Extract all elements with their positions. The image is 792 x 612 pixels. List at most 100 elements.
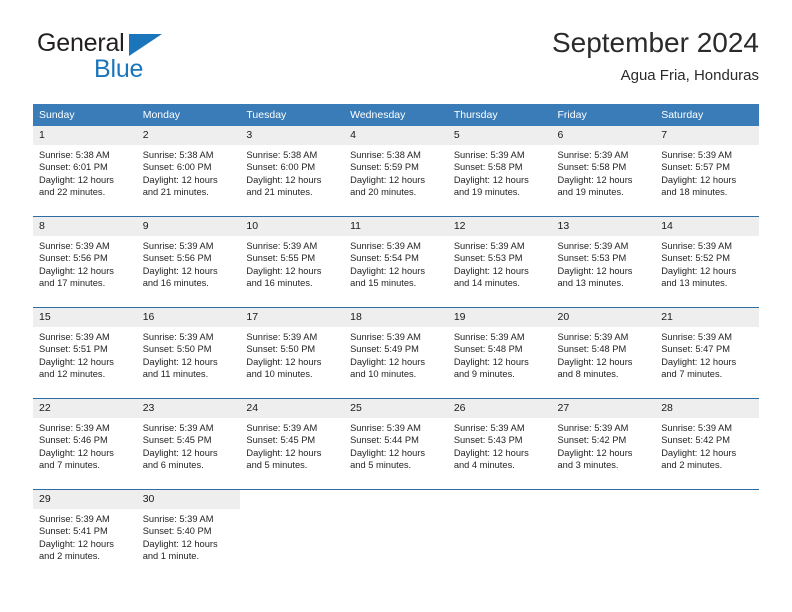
day-cell-inner: 30 Sunrise: 5:39 AM Sunset: 5:40 PM Dayligh… [136,490,241,580]
day-cell-inner: 25 Sunrise: 5:39 AM Sunset: 5:44 PM Dayligh… [344,399,448,489]
calendar-day-cell[interactable]: 12 Sunrise: 5:39 AM Sunset: 5:53 PM Dayligh… [447,216,552,308]
day-number: 29 [33,490,137,509]
sunset-text: Sunset: 5:42 PM [557,435,627,446]
daylight-text-line1: Daylight: 12 hours [661,265,737,276]
calendar-day-cell[interactable]: 8 Sunrise: 5:39 AM Sunset: 5:56 PM Daylight… [33,216,137,308]
calendar-day-cell[interactable]: 4 Sunrise: 5:38 AM Sunset: 5:59 PM Daylight… [344,126,448,217]
daylight-text-line1: Daylight: 12 hours [246,174,322,185]
sunset-text: Sunset: 5:50 PM [142,344,212,355]
calendar-week-row: 15 Sunrise: 5:39 AM Sunset: 5:51 PM Dayligh… [33,307,759,399]
day-cell-inner: 14 Sunrise: 5:39 AM Sunset: 5:52 PM Dayligh… [655,217,759,307]
calendar-day-cell[interactable]: 6 Sunrise: 5:39 AM Sunset: 5:58 PM Daylight… [551,126,656,217]
calendar-day-cell[interactable]: 29 Sunrise: 5:39 AM Sunset: 5:41 PM Dayligh… [33,489,137,580]
calendar-day-cell[interactable]: 19 Sunrise: 5:39 AM Sunset: 5:48 PM Dayligh… [447,307,552,399]
daylight-text-line1: Daylight: 12 hours [142,447,218,458]
calendar-day-cell[interactable]: 30 Sunrise: 5:39 AM Sunset: 5:40 PM Dayligh… [136,489,241,580]
day-cell-inner: 26 Sunrise: 5:39 AM Sunset: 5:43 PM Dayligh… [447,399,552,489]
brand-logo[interactable]: General Blue [33,30,263,92]
day-details: Sunrise: 5:39 AM Sunset: 5:52 PM Daylight:… [655,236,759,290]
daylight-text-line2: and 13 minutes. [557,278,624,289]
sunrise-text: Sunrise: 5:38 AM [142,150,214,160]
day-cell-inner: 18 Sunrise: 5:39 AM Sunset: 5:49 PM Dayligh… [344,308,448,398]
daylight-text-line1: Daylight: 12 hours [350,265,426,276]
calendar-day-cell[interactable]: 18 Sunrise: 5:39 AM Sunset: 5:49 PM Dayligh… [344,307,448,399]
sunrise-text: Sunrise: 5:39 AM [350,423,421,433]
daylight-text-line2: and 8 minutes. [557,369,619,380]
sunrise-text: Sunrise: 5:39 AM [557,150,629,160]
day-cell-inner: 22 Sunrise: 5:39 AM Sunset: 5:46 PM Dayligh… [33,399,137,489]
day-details: Sunrise: 5:39 AM Sunset: 5:48 PM Daylight:… [448,327,552,381]
calendar-day-cell[interactable]: 24 Sunrise: 5:39 AM Sunset: 5:45 PM Dayligh… [240,398,345,490]
day-details: Sunrise: 5:39 AM Sunset: 5:58 PM Daylight:… [552,145,656,199]
day-cell-inner: 20 Sunrise: 5:39 AM Sunset: 5:48 PM Dayligh… [551,308,656,398]
sunrise-text: Sunrise: 5:39 AM [142,241,214,251]
calendar-day-cell[interactable]: 13 Sunrise: 5:39 AM Sunset: 5:53 PM Dayligh… [551,216,656,308]
day-number: 28 [655,399,759,418]
calendar-day-cell[interactable]: 3 Sunrise: 5:38 AM Sunset: 6:00 PM Daylight… [240,126,345,217]
calendar-day-cell[interactable]: 21 Sunrise: 5:39 AM Sunset: 5:47 PM Dayligh… [655,307,759,399]
day-cell-inner: 3 Sunrise: 5:38 AM Sunset: 6:00 PM Daylight… [240,126,345,216]
day-cell-inner: 21 Sunrise: 5:39 AM Sunset: 5:47 PM Dayligh… [655,308,759,398]
day-cell-inner: 28 Sunrise: 5:39 AM Sunset: 5:42 PM Dayligh… [655,399,759,489]
day-details: Sunrise: 5:39 AM Sunset: 5:48 PM Daylight:… [552,327,656,381]
calendar-day-cell[interactable]: 26 Sunrise: 5:39 AM Sunset: 5:43 PM Dayligh… [447,398,552,490]
calendar-day-cell[interactable]: 17 Sunrise: 5:39 AM Sunset: 5:50 PM Dayligh… [240,307,345,399]
day-number: 14 [655,217,759,236]
calendar-day-cell[interactable]: 5 Sunrise: 5:39 AM Sunset: 5:58 PM Daylight… [447,126,552,217]
sunset-text: Sunset: 5:49 PM [350,344,419,355]
sunrise-text: Sunrise: 5:39 AM [142,423,214,433]
daylight-text-line2: and 5 minutes. [246,460,308,471]
day-number: 30 [136,490,241,509]
sunset-text: Sunset: 5:54 PM [350,253,419,264]
calendar-day-cell[interactable]: 27 Sunrise: 5:39 AM Sunset: 5:42 PM Dayligh… [551,398,656,490]
sunset-text: Sunset: 5:53 PM [453,253,523,264]
day-cell-inner [240,490,344,580]
calendar-day-cell[interactable]: 2 Sunrise: 5:38 AM Sunset: 6:00 PM Daylight… [136,126,241,217]
day-details: Sunrise: 5:38 AM Sunset: 5:59 PM Daylight:… [344,145,448,199]
calendar-day-cell-empty [344,489,448,580]
calendar-day-cell[interactable]: 7 Sunrise: 5:39 AM Sunset: 5:57 PM Daylight… [655,126,759,217]
day-details: Sunrise: 5:38 AM Sunset: 6:00 PM Daylight:… [240,145,344,199]
day-number: 7 [655,126,759,145]
calendar-day-cell[interactable]: 23 Sunrise: 5:39 AM Sunset: 5:45 PM Dayligh… [136,398,241,490]
day-cell-inner [448,490,552,580]
daylight-text-line2: and 3 minutes. [557,460,619,471]
day-details: Sunrise: 5:39 AM Sunset: 5:56 PM Daylight:… [137,236,241,290]
page-header: General Blue September 2024 Agua Fria, H… [33,26,759,96]
day-details: Sunrise: 5:39 AM Sunset: 5:56 PM Daylight:… [33,236,137,290]
day-details: Sunrise: 5:39 AM Sunset: 5:50 PM Daylight:… [137,327,241,381]
sunset-text: Sunset: 5:51 PM [39,344,108,355]
calendar-day-cell[interactable]: 20 Sunrise: 5:39 AM Sunset: 5:48 PM Dayligh… [551,307,656,399]
calendar-day-cell[interactable]: 15 Sunrise: 5:39 AM Sunset: 5:51 PM Dayligh… [33,307,137,399]
calendar-day-cell[interactable]: 25 Sunrise: 5:39 AM Sunset: 5:44 PM Dayligh… [344,398,448,490]
day-cell-inner: 24 Sunrise: 5:39 AM Sunset: 5:45 PM Dayligh… [240,399,345,489]
day-details: Sunrise: 5:39 AM Sunset: 5:47 PM Daylight:… [655,327,759,381]
sunset-text: Sunset: 5:58 PM [557,162,627,173]
day-cell-inner: 13 Sunrise: 5:39 AM Sunset: 5:53 PM Dayligh… [551,217,656,307]
day-cell-inner: 29 Sunrise: 5:39 AM Sunset: 5:41 PM Dayligh… [33,490,137,580]
sunrise-text: Sunrise: 5:39 AM [142,332,214,342]
calendar-day-cell[interactable]: 9 Sunrise: 5:39 AM Sunset: 5:56 PM Daylight… [136,216,241,308]
calendar-day-cell[interactable]: 22 Sunrise: 5:39 AM Sunset: 5:46 PM Dayligh… [33,398,137,490]
sunrise-text: Sunrise: 5:39 AM [557,332,629,342]
daylight-text-line2: and 21 minutes. [246,187,313,198]
weekday-header-saturday: Saturday [655,104,759,126]
calendar-day-cell[interactable]: 28 Sunrise: 5:39 AM Sunset: 5:42 PM Dayligh… [655,398,759,490]
calendar-day-cell-empty [551,489,656,580]
day-details: Sunrise: 5:39 AM Sunset: 5:44 PM Daylight:… [344,418,448,472]
sunset-text: Sunset: 5:45 PM [142,435,212,446]
day-details: Sunrise: 5:39 AM Sunset: 5:55 PM Daylight:… [240,236,344,290]
day-number [655,490,759,509]
sunrise-text: Sunrise: 5:39 AM [39,332,110,342]
calendar-day-cell[interactable]: 10 Sunrise: 5:39 AM Sunset: 5:55 PM Dayligh… [240,216,345,308]
daylight-text-line1: Daylight: 12 hours [142,356,218,367]
day-number: 1 [33,126,137,145]
calendar-day-cell[interactable]: 11 Sunrise: 5:39 AM Sunset: 5:54 PM Dayligh… [344,216,448,308]
calendar-day-cell[interactable]: 14 Sunrise: 5:39 AM Sunset: 5:52 PM Dayligh… [655,216,759,308]
calendar-day-cell[interactable]: 16 Sunrise: 5:39 AM Sunset: 5:50 PM Dayligh… [136,307,241,399]
sunset-text: Sunset: 5:56 PM [142,253,212,264]
sunrise-text: Sunrise: 5:39 AM [246,332,318,342]
calendar-day-cell[interactable]: 1 Sunrise: 5:38 AM Sunset: 6:01 PM Daylight… [33,126,137,217]
daylight-text-line2: and 21 minutes. [142,187,209,198]
day-details: Sunrise: 5:39 AM Sunset: 5:49 PM Daylight:… [344,327,448,381]
